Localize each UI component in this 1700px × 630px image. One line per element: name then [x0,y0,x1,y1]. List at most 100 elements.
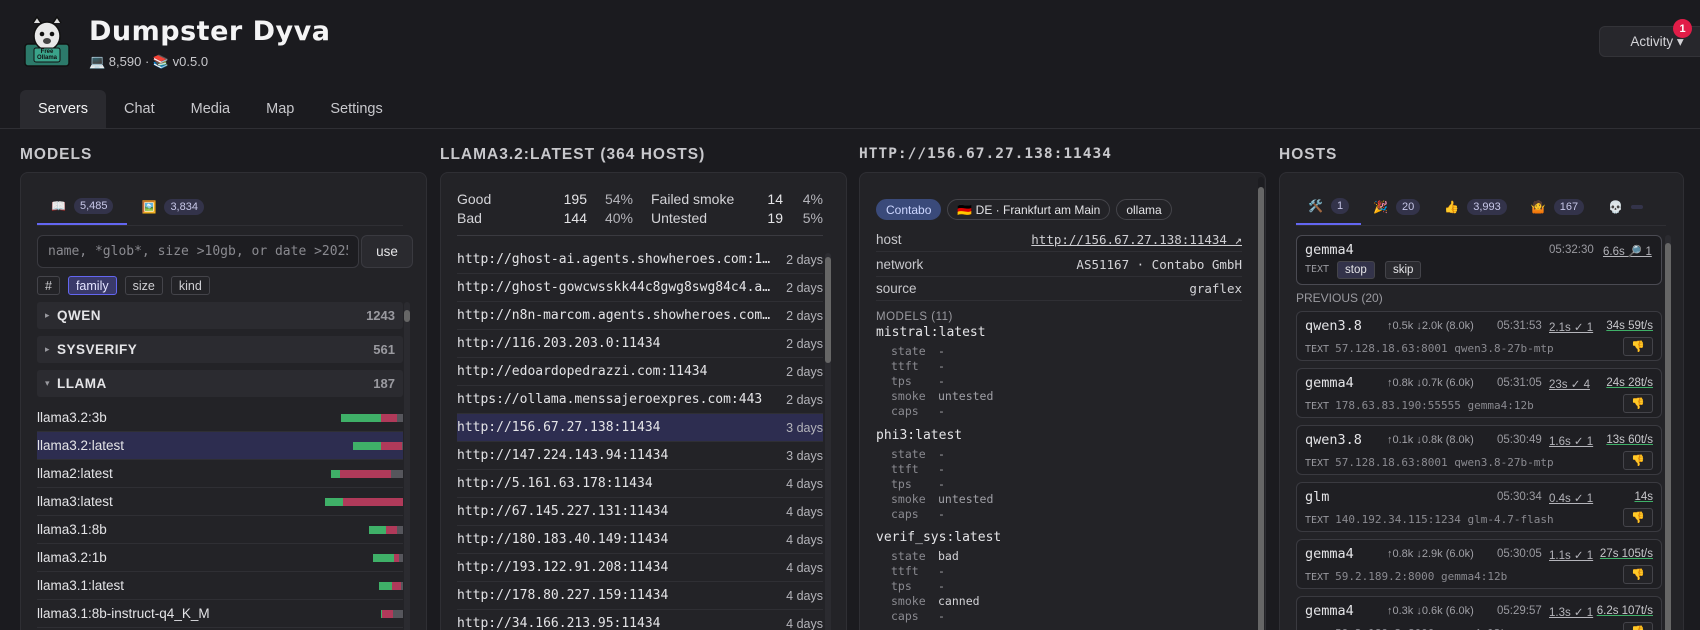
sort-chip-count[interactable]: # [37,276,60,295]
tab-count [1631,205,1644,209]
host-row[interactable]: http://ghost-gowcwsskk44c8gwg8swg84c4.ag… [457,274,823,302]
tab-map[interactable]: Map [248,90,312,128]
model-list: ▸ QWEN 1243 ▸ SYSVERIFY 561 ▾ LLAMA 187 … [37,302,403,628]
model-row[interactable]: llama3.2:1b [37,544,403,572]
tab-dead[interactable]: 💀 [1596,189,1655,225]
sort-chip-size[interactable]: size [124,276,163,295]
hosts-list-scroll-thumb[interactable] [825,257,831,363]
activity-badge: 1 [1673,19,1692,38]
ttft-stat[interactable]: 1.6s ✓ 1 [1549,434,1593,448]
tab-servers[interactable]: Servers [20,90,106,128]
unknown-segment [402,441,403,450]
model-prop: smoke untested [876,492,1242,507]
tps-stat[interactable]: 27s 105t/s [1600,548,1653,560]
prop-value: - [938,359,945,373]
host-row[interactable]: http://193.122.91.208:11434 4 days [457,554,823,582]
model-row[interactable]: llama3:latest [37,488,403,516]
host-age: 4 days [786,476,823,491]
model-row[interactable]: llama2:latest [37,460,403,488]
host-health-bar [372,553,403,562]
prop-key: tps [891,374,912,388]
host-row[interactable]: http://5.161.63.178:11434 4 days [457,470,823,498]
thumbs-down-button[interactable]: 👎 [1623,394,1653,413]
models-scrollbar[interactable] [404,302,410,630]
host-row[interactable]: http://178.80.227.159:11434 4 days [457,582,823,610]
server-scrollbar[interactable] [1258,177,1264,630]
model-row[interactable]: llama3.2:latest [37,432,403,460]
provider-tag: Contabo [876,199,942,220]
hosts-activity-scroll-thumb[interactable] [1665,243,1671,630]
ttft-stat[interactable]: 2.1s ✓ 1 [1549,320,1593,334]
tps-stat[interactable]: 34s 59t/s [1606,320,1653,332]
model-row[interactable]: llama3.1:8b-instruct-q4_K_M [37,600,403,628]
tps-stat[interactable]: 24s 28t/s [1606,377,1653,389]
group-count: 187 [373,376,395,391]
ttft-stat[interactable]: 1.3s ✓ 1 [1549,605,1593,619]
tab-good[interactable]: 👍 3,993 [1432,189,1518,225]
server-tags: Contabo 🇩🇪 DE · Frankfurt am Main ollama [876,199,1172,220]
model-row[interactable]: llama3.2:3b [37,404,403,432]
prop-value: canned [938,594,980,608]
token-counts: ↑0.1k ↓0.8k (8.0k) [1387,434,1474,446]
tab-working[interactable]: 🛠️ 1 [1296,189,1362,225]
thumbs-down-button[interactable]: 👎 [1623,622,1653,630]
sort-chip-kind[interactable]: kind [170,276,210,295]
ttft-stat[interactable]: 23s ✓ 4 [1549,377,1590,391]
tps-stat[interactable]: 13s 60t/s [1606,434,1653,446]
tab-unknown[interactable]: 🤷 167 [1519,189,1596,225]
host-link[interactable]: http://156.67.27.138:11434 ↗ [1031,232,1242,247]
ttft-stat[interactable]: 1.1s ✓ 1 [1549,548,1593,562]
tps-stat[interactable]: 14s [1634,491,1653,503]
host-row[interactable]: http://34.166.213.95:11434 4 days [457,610,823,630]
server-title: HTTP://156.67.27.138:11434 [859,146,1112,162]
model-group-sysverify[interactable]: ▸ SYSVERIFY 561 [37,336,403,363]
stat-label: Good [457,190,492,207]
model-row[interactable]: llama3.1:latest [37,572,403,600]
tab-media[interactable]: Media [173,90,249,128]
main-tabs: Servers Chat Media Map Settings [20,90,401,128]
host-url: http://ghost-gowcwsskk44c8gwg8swg84c4.ag… [457,280,777,295]
model-row[interactable]: llama3.1:8b [37,516,403,544]
tab-settings[interactable]: Settings [312,90,400,128]
token-counts: ↑0.3k ↓0.6k (6.0k) [1387,605,1474,617]
host-stats: Good 195 54% Failed smoke 14 4% Bad 144 … [457,189,823,227]
host-row[interactable]: http://67.145.227.131:11434 4 days [457,498,823,526]
hosts-activity-scrollbar[interactable] [1665,235,1671,630]
model-name: llama3.2:latest [37,438,125,453]
bad-segment [343,497,403,506]
thumbs-down-button[interactable]: 👎 [1623,565,1653,584]
ttft-stat[interactable]: 0.4s ✓ 1 [1549,491,1593,505]
model-search-input[interactable] [37,235,359,268]
model-group-qwen[interactable]: ▸ QWEN 1243 [37,302,403,329]
models-scroll-thumb[interactable] [404,310,410,322]
field-host: host http://156.67.27.138:11434 ↗ [876,228,1242,252]
thumbs-down-button[interactable]: 👎 [1623,451,1653,470]
skip-button[interactable]: skip [1385,261,1422,279]
host-row[interactable]: http://edoardopedrazzi.com:11434 2 days [457,358,823,386]
host-row[interactable]: http://180.183.40.149:11434 4 days [457,526,823,554]
sort-chip-family[interactable]: family [67,276,117,295]
stop-button[interactable]: stop [1337,261,1375,279]
group-name: LLAMA [57,376,107,391]
tab-celebrate[interactable]: 🎉 20 [1361,189,1432,225]
tab-image-models[interactable]: 🖼️ 3,834 [127,189,217,225]
host-row[interactable]: http://116.203.203.0:11434 2 days [457,330,823,358]
server-scroll-thumb[interactable] [1258,187,1264,630]
hosts-list-scrollbar[interactable] [825,253,831,630]
tab-chat[interactable]: Chat [106,90,173,128]
model-group-llama[interactable]: ▾ LLAMA 187 [37,370,403,397]
thumbs-down-button[interactable]: 👎 [1623,508,1653,527]
tab-text-models[interactable]: 📖 5,485 [37,189,128,225]
model-prop: state - [876,344,1242,359]
bad-segment [382,609,393,618]
model-prop: ttft - [876,564,1242,579]
host-row[interactable]: http://ghost-ai.agents.showheroes.com:11… [457,246,823,274]
tps-stat[interactable]: 6.2s 107t/s [1597,605,1653,617]
host-row[interactable]: https://ollama.menssajeroexpres.com:443 2… [457,386,823,414]
use-button[interactable]: use [361,235,413,268]
thumbs-down-button[interactable]: 👎 [1623,337,1653,356]
host-row[interactable]: http://n8n-marcom.agents.showheroes.com:… [457,302,823,330]
app-logo: Free Ollama [19,14,75,68]
host-row[interactable]: http://147.224.143.94:11434 3 days [457,442,823,470]
host-row[interactable]: http://156.67.27.138:11434 3 days [457,414,823,442]
